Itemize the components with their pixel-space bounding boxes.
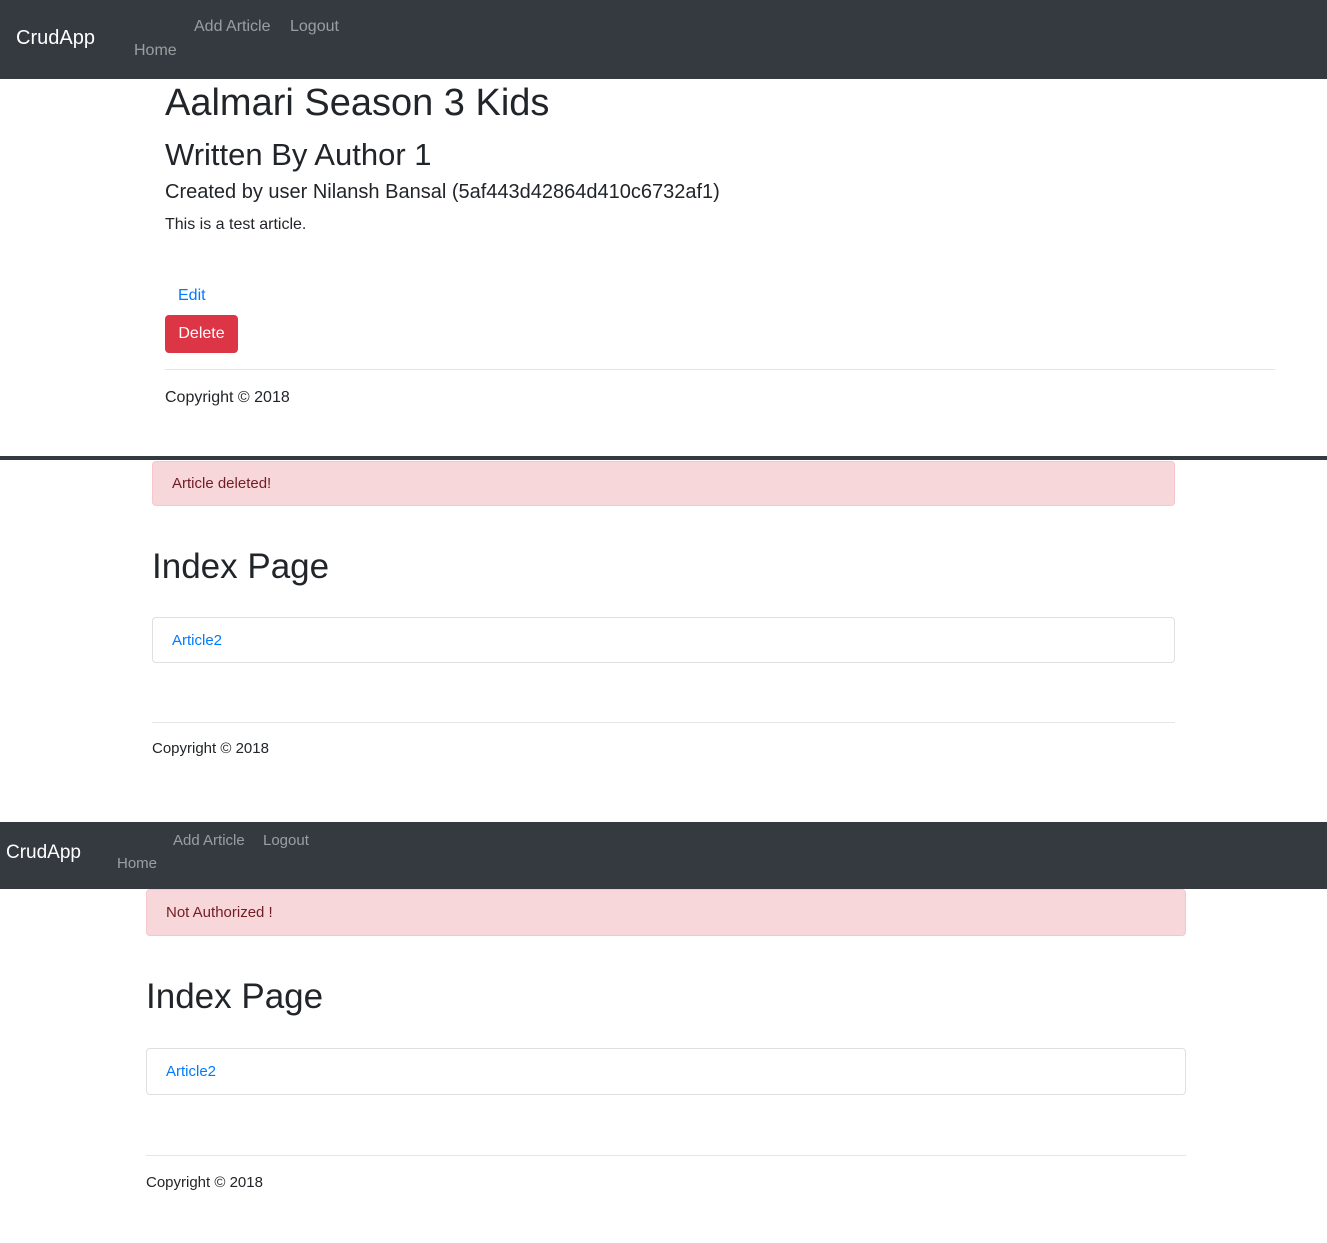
alert-message: Not Authorized !: [166, 904, 273, 921]
article-created-by: Created by user Nilansh Bansal (5af443d4…: [165, 181, 720, 203]
article-list-item: Article2: [146, 1048, 1186, 1095]
page-title: Index Page: [146, 977, 324, 1016]
page-title: Index Page: [152, 547, 330, 586]
nav-logout-link[interactable]: Logout: [263, 832, 309, 849]
screenshot-separator: [0, 456, 1327, 460]
nav-home-link[interactable]: Home: [134, 42, 177, 60]
alert-message: Article deleted!: [172, 475, 272, 492]
navbar-top: CrudApp Home Add Article Logout: [0, 0, 1327, 79]
nav-add-article-link[interactable]: Add Article: [173, 832, 245, 849]
footer-copyright: Copyright © 2018: [146, 1174, 263, 1191]
brand-link[interactable]: CrudApp: [16, 27, 95, 50]
navbar-bottom: CrudApp Home Add Article Logout: [0, 822, 1327, 889]
nav-home-link[interactable]: Home: [117, 855, 157, 872]
delete-button[interactable]: Delete: [165, 315, 238, 353]
article-author: Written By Author 1: [165, 137, 432, 172]
alert-not-authorized: Not Authorized !: [146, 889, 1186, 936]
edit-link[interactable]: Edit: [178, 287, 206, 305]
footer-copyright: Copyright © 2018: [165, 389, 290, 406]
article-body: This is a test article.: [165, 216, 307, 233]
article-title: Aalmari Season 3 Kids: [165, 82, 550, 124]
footer-copyright: Copyright © 2018: [152, 740, 269, 757]
footer-divider: [152, 722, 1175, 723]
footer-divider: [146, 1155, 1186, 1156]
brand-link[interactable]: CrudApp: [6, 842, 81, 864]
article-link[interactable]: Article2: [166, 1063, 216, 1080]
nav-add-article-link[interactable]: Add Article: [194, 18, 270, 36]
nav-logout-link[interactable]: Logout: [290, 18, 339, 36]
alert-article-deleted: Article deleted!: [152, 461, 1175, 506]
article-list-item: Article2: [152, 617, 1175, 663]
article-link[interactable]: Article2: [172, 632, 222, 649]
footer-divider: [165, 369, 1275, 370]
